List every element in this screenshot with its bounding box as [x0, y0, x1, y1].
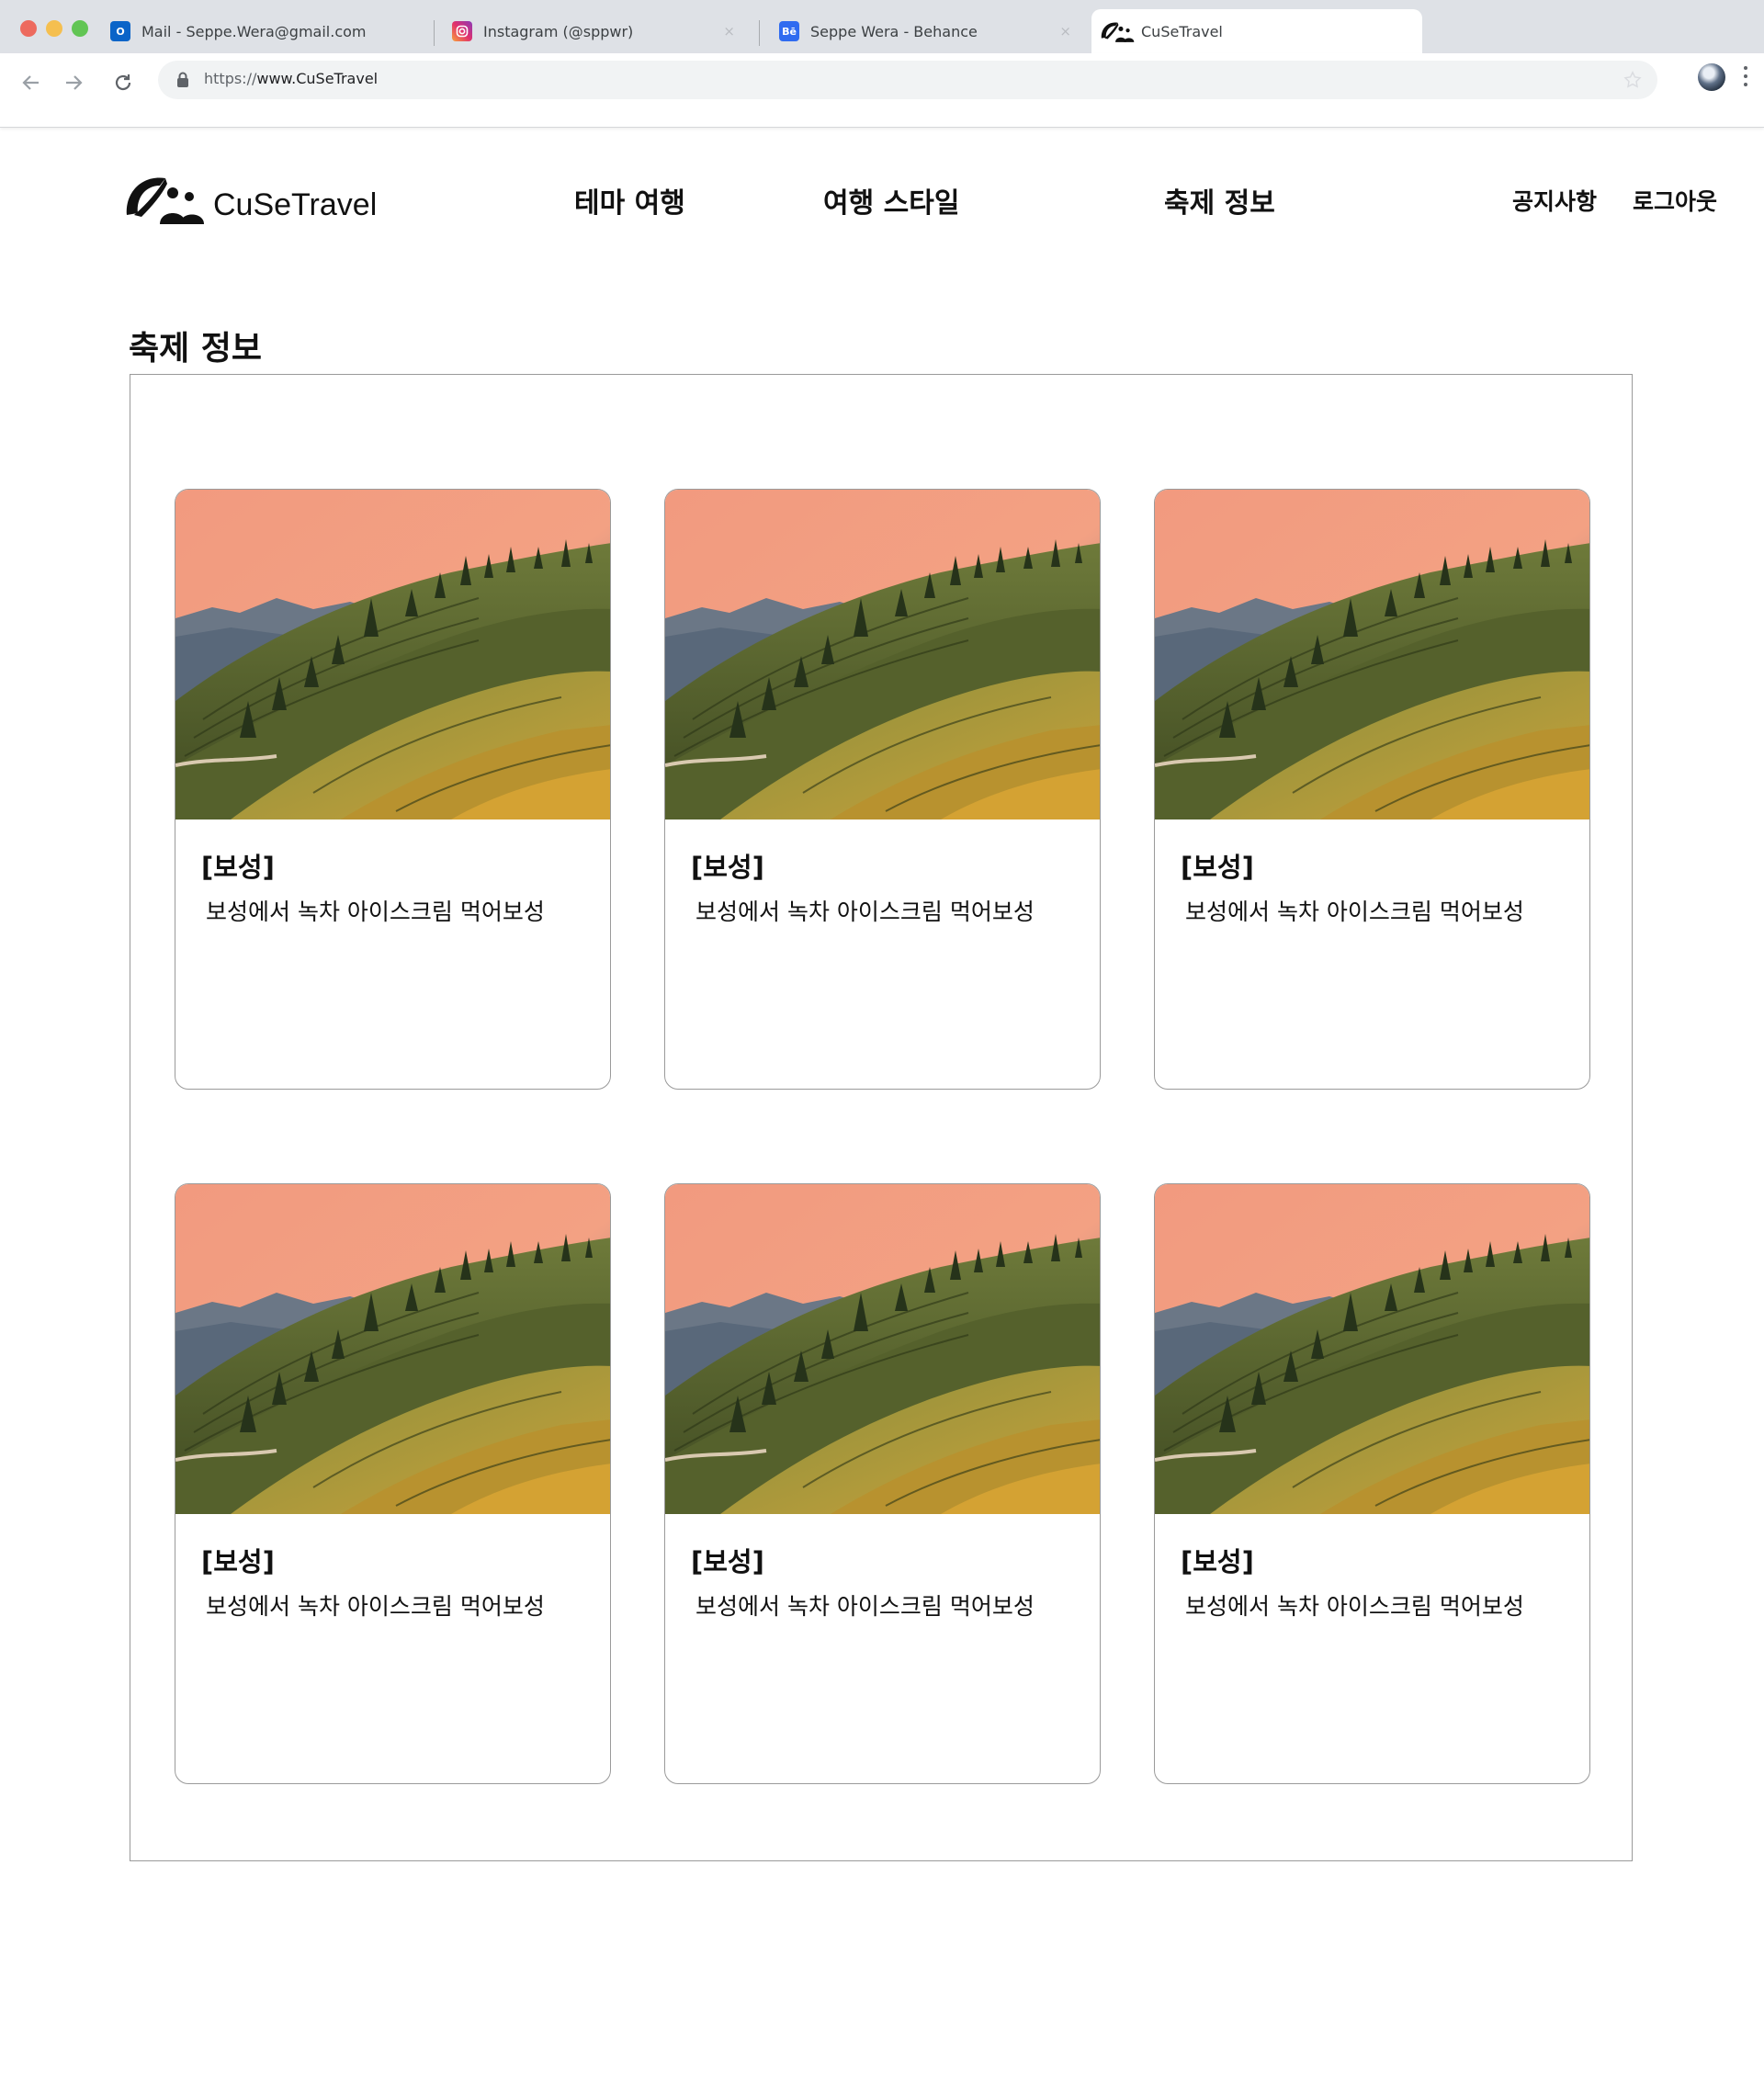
nav-travel-style[interactable]: 여행 스타일 — [823, 180, 959, 220]
tea-plantation-photo — [1155, 1184, 1589, 1514]
tab-separator — [434, 20, 435, 46]
instagram-icon — [452, 21, 472, 41]
card-region-tag: [보성] — [1181, 1546, 1254, 1577]
festival-card[interactable]: [보성] 보성에서 녹차 아이스크림 먹어보성 — [1154, 489, 1590, 1090]
browser-tab-bar: O Mail - Seppe.Wera@gmail.com Instagram … — [0, 0, 1764, 53]
reload-button[interactable] — [105, 64, 141, 101]
window-close-button[interactable] — [20, 20, 37, 37]
card-description: 보성에서 녹차 아이스크림 먹어보성 — [206, 1593, 545, 1620]
forward-button[interactable] — [55, 64, 92, 101]
festival-card[interactable]: [보성] 보성에서 녹차 아이스크림 먹어보성 — [664, 489, 1101, 1090]
tab-behance[interactable]: Bē Seppe Wera - Behance × — [779, 9, 1091, 53]
browser-menu-icon[interactable] — [1744, 66, 1749, 91]
behance-icon: Bē — [779, 21, 799, 41]
festival-card[interactable]: [보성] 보성에서 녹차 아이스크림 먹어보성 — [1154, 1183, 1590, 1784]
card-region-tag: [보성] — [691, 852, 764, 883]
tab-mail[interactable]: O Mail - Seppe.Wera@gmail.com — [110, 9, 432, 53]
tab-title: Instagram (@sppwr) — [483, 22, 634, 40]
card-description: 보성에서 녹차 아이스크림 먹어보성 — [206, 899, 545, 925]
tea-plantation-photo — [175, 490, 610, 819]
cusetravel-logo-icon — [1101, 20, 1136, 42]
logo-text: CuSeTravel — [213, 186, 378, 222]
window-maximize-button[interactable] — [72, 20, 88, 37]
outlook-icon: O — [110, 21, 130, 41]
card-description: 보성에서 녹차 아이스크림 먹어보성 — [695, 1593, 1035, 1620]
card-region-tag: [보성] — [691, 1546, 764, 1577]
tab-close-icon[interactable]: × — [723, 23, 735, 40]
back-button[interactable] — [13, 64, 50, 101]
card-description: 보성에서 녹차 아이스크림 먹어보성 — [1185, 899, 1524, 925]
festival-card[interactable]: [보성] 보성에서 녹차 아이스크림 먹어보성 — [175, 489, 611, 1090]
url-text: https://www.CuSeTravel — [204, 70, 379, 87]
festival-card[interactable]: [보성] 보성에서 녹차 아이스크림 먹어보성 — [175, 1183, 611, 1784]
tab-close-icon[interactable]: × — [1059, 23, 1071, 40]
arrow-right-icon — [66, 75, 83, 90]
nav-festival-info[interactable]: 축제 정보 — [1164, 180, 1275, 220]
festival-card[interactable]: [보성] 보성에서 녹차 아이스크림 먹어보성 — [664, 1183, 1101, 1784]
browser-toolbar: https://www.CuSeTravel — [0, 53, 1764, 128]
reload-icon — [115, 74, 131, 91]
tab-instagram[interactable]: Instagram (@sppwr) × — [452, 9, 755, 53]
tab-cusetravel[interactable]: CuSeTravel — [1091, 9, 1422, 53]
tab-title: Mail - Seppe.Wera@gmail.com — [141, 22, 367, 40]
site-logo[interactable]: CuSeTravel — [125, 173, 377, 224]
card-description: 보성에서 녹차 아이스크림 먹어보성 — [695, 899, 1035, 925]
bookmark-star-icon[interactable] — [1623, 70, 1643, 90]
notice-link[interactable]: 공지사항 — [1512, 184, 1597, 217]
card-region-tag: [보성] — [201, 852, 275, 883]
lock-icon — [177, 72, 188, 87]
profile-avatar[interactable] — [1698, 63, 1725, 91]
address-bar[interactable]: https://www.CuSeTravel — [158, 61, 1657, 99]
tab-title: CuSeTravel — [1141, 22, 1223, 40]
page-title: 축제 정보 — [129, 330, 263, 367]
tea-plantation-photo — [665, 1184, 1100, 1514]
tea-plantation-photo — [665, 490, 1100, 819]
logout-link[interactable]: 로그아웃 — [1633, 184, 1717, 217]
window-minimize-button[interactable] — [46, 20, 62, 37]
tab-title: Seppe Wera - Behance — [810, 22, 978, 40]
card-region-tag: [보성] — [1181, 852, 1254, 883]
tea-plantation-photo — [175, 1184, 610, 1514]
nav-theme-travel[interactable]: 테마 여행 — [574, 180, 685, 220]
cusetravel-logo-icon — [126, 177, 204, 224]
card-region-tag: [보성] — [201, 1546, 275, 1577]
tab-separator — [759, 20, 760, 46]
card-description: 보성에서 녹차 아이스크림 먹어보성 — [1185, 1593, 1524, 1620]
tea-plantation-photo — [1155, 490, 1589, 819]
arrow-left-icon — [22, 75, 39, 90]
